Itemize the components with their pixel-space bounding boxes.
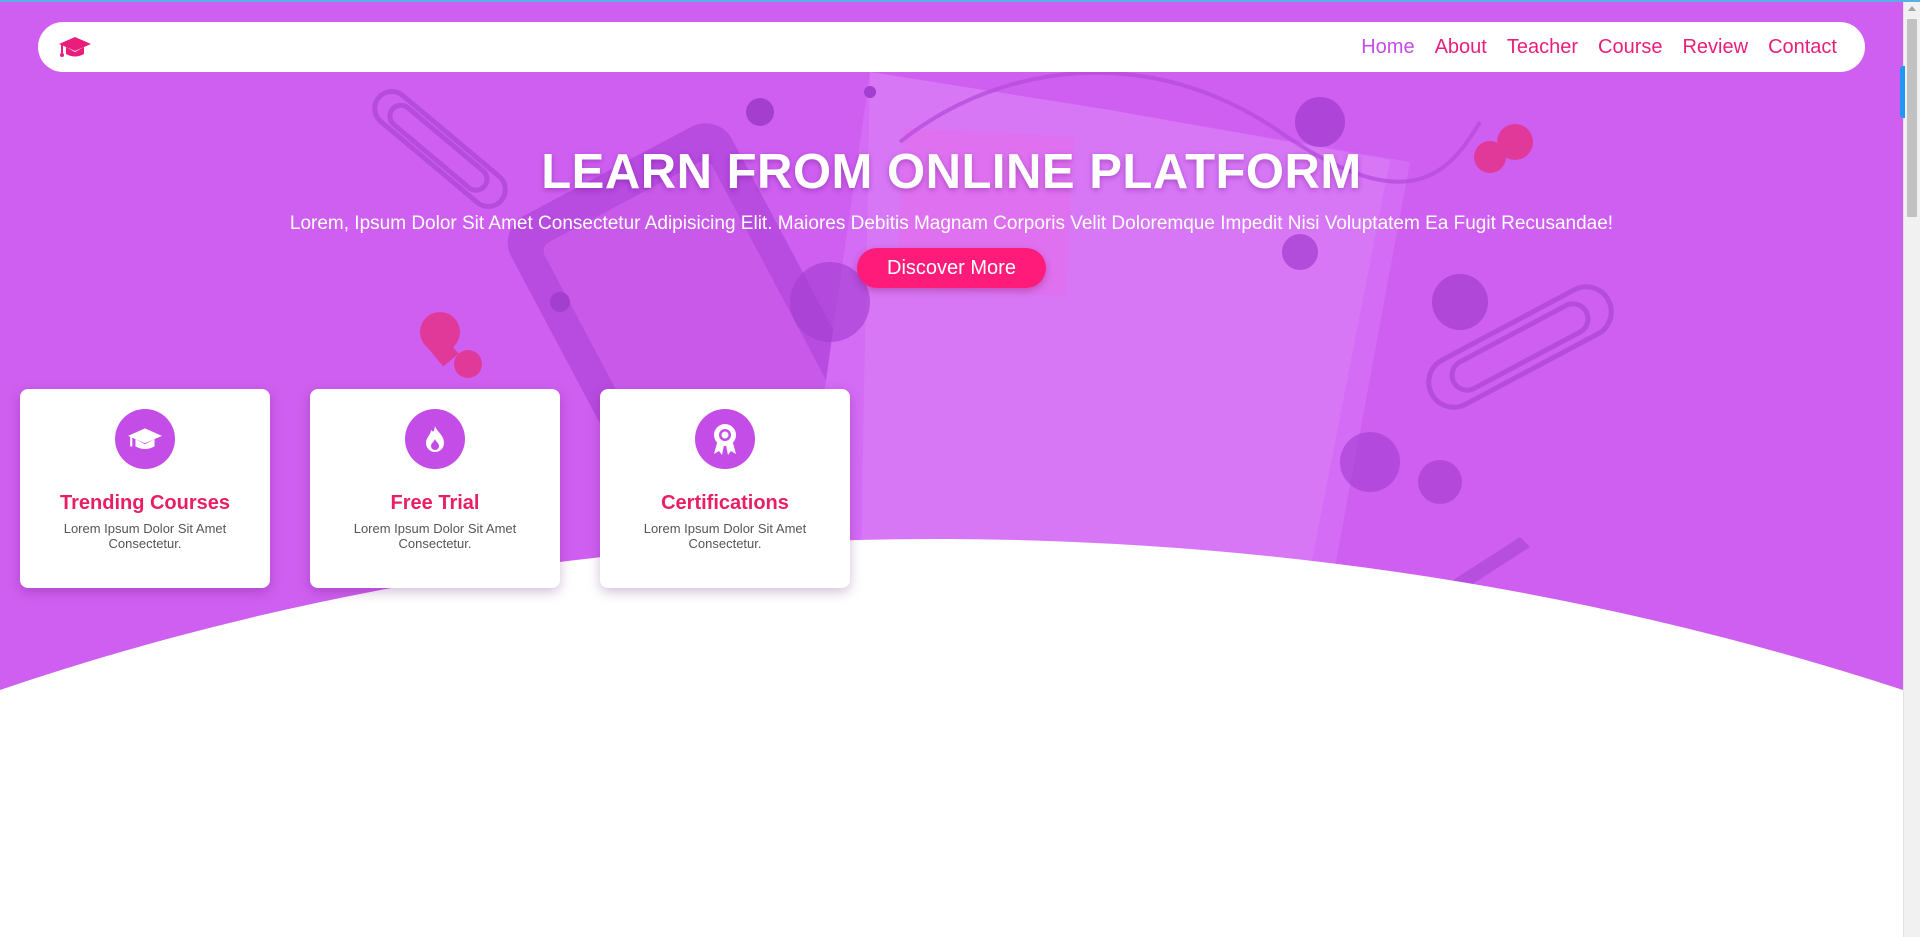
scroll-position-marker bbox=[1900, 66, 1905, 118]
feature-card-free-trial[interactable]: Free Trial Lorem Ipsum Dolor Sit Amet Co… bbox=[310, 389, 560, 588]
vertical-scrollbar[interactable] bbox=[1900, 2, 1920, 937]
nav-link-review[interactable]: Review bbox=[1682, 36, 1748, 59]
feature-card-title: Trending Courses bbox=[59, 492, 231, 514]
graduation-cap-icon bbox=[115, 409, 175, 469]
hero-subtitle: Lorem, Ipsum Dolor Sit Amet Consectetur … bbox=[289, 213, 1614, 234]
nav-link-contact[interactable]: Contact bbox=[1768, 36, 1837, 59]
discover-more-button[interactable]: Discover More bbox=[857, 248, 1046, 288]
nav-link-course[interactable]: Course bbox=[1598, 36, 1662, 59]
feature-card-title: Free Trial bbox=[390, 492, 480, 514]
fire-icon bbox=[405, 409, 465, 469]
graduation-cap-icon[interactable] bbox=[58, 33, 92, 61]
navbar: Home About Teacher Course Review Contact bbox=[38, 22, 1865, 72]
feature-card-desc: Lorem Ipsum Dolor Sit Amet Consectetur. bbox=[353, 521, 517, 551]
nav-link-home[interactable]: Home bbox=[1361, 36, 1414, 59]
feature-card-trending-courses[interactable]: Trending Courses Lorem Ipsum Dolor Sit A… bbox=[20, 389, 270, 588]
scrollbar-thumb[interactable] bbox=[1907, 19, 1917, 217]
feature-card-desc: Lorem Ipsum Dolor Sit Amet Consectetur. bbox=[63, 521, 227, 551]
award-icon bbox=[695, 409, 755, 469]
scroll-up-arrow-icon[interactable] bbox=[1908, 6, 1916, 11]
feature-card-title: Certifications bbox=[661, 492, 789, 514]
nav-link-about[interactable]: About bbox=[1435, 36, 1487, 59]
feature-card-certifications[interactable]: Certifications Lorem Ipsum Dolor Sit Ame… bbox=[600, 389, 850, 588]
page: Home About Teacher Course Review Contact… bbox=[0, 2, 1903, 937]
nav-link-teacher[interactable]: Teacher bbox=[1507, 36, 1578, 59]
hero-title: LEARN FROM ONLINE PLATFORM bbox=[541, 145, 1362, 199]
nav-links: Home About Teacher Course Review Contact bbox=[1361, 36, 1837, 59]
hero-content: LEARN FROM ONLINE PLATFORM Lorem, Ipsum … bbox=[0, 142, 1903, 288]
feature-card-desc: Lorem Ipsum Dolor Sit Amet Consectetur. bbox=[643, 521, 807, 551]
